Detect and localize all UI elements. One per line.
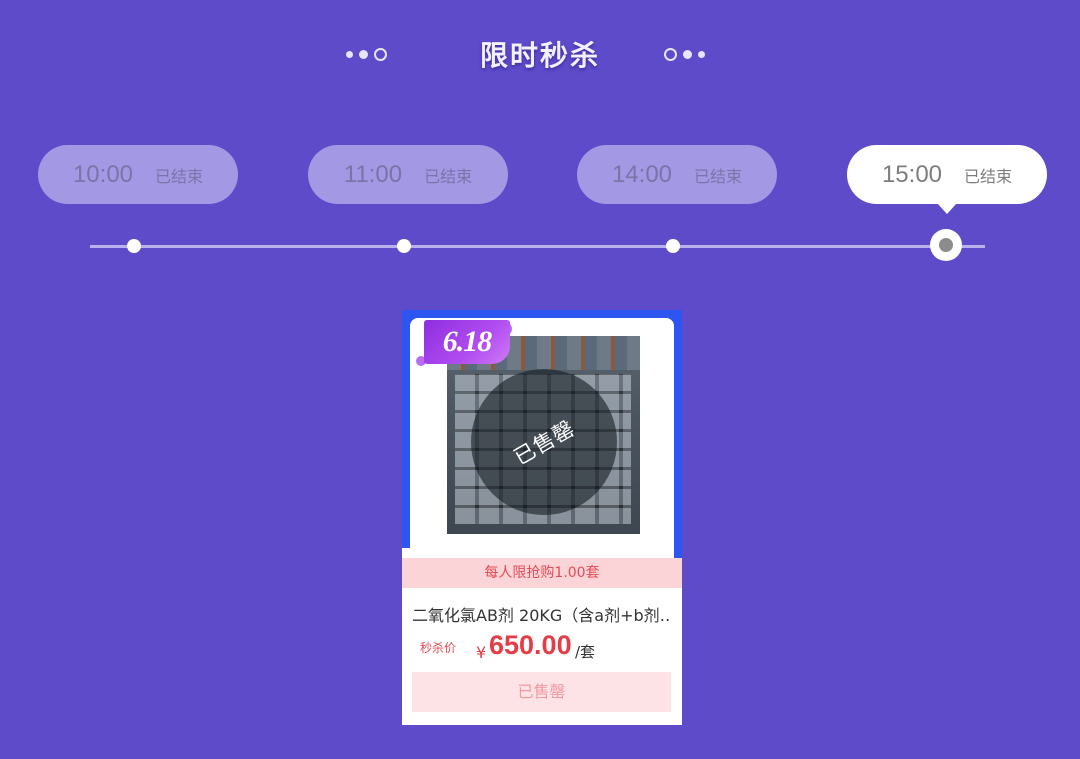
- time-slot-tab-1400[interactable]: 14:00 已结束: [577, 145, 777, 204]
- time-slot-status: 已结束: [155, 166, 204, 186]
- time-slot-tab-1000[interactable]: 10:00 已结束: [38, 145, 238, 204]
- timeline-track: [90, 245, 985, 248]
- sold-out-overlay-text: 已售罄: [509, 415, 580, 470]
- price-label: 秒杀价: [420, 641, 457, 655]
- product-name[interactable]: 二氧化氯AB剂 20KG（含a剂+b剂…: [412, 602, 672, 626]
- time-slot-status: 已结束: [964, 166, 1013, 186]
- price-currency: ¥: [476, 643, 487, 662]
- product-card[interactable]: 已售罄 6.18 每人限抢购1.00套 二氧化氯AB剂 20KG（含a剂+b剂……: [402, 310, 682, 725]
- time-slot-status: 已结束: [694, 166, 743, 186]
- decorative-dots-right-icon: [664, 48, 705, 61]
- timeline-node-icon[interactable]: [666, 239, 680, 253]
- card-image-frame: 已售罄 6.18: [402, 310, 682, 588]
- page-title: 限时秒杀: [479, 39, 600, 72]
- time-slot-time: 11:00: [343, 160, 403, 188]
- time-slot-time: 14:00: [611, 160, 673, 188]
- time-slot-time: 10:00: [72, 160, 134, 188]
- flash-sale-header: 限时秒杀: [0, 30, 1080, 78]
- active-slot-pointer-icon: [937, 203, 957, 214]
- decorative-dots-left-icon: [346, 48, 387, 61]
- badge-618-text: 6.18: [442, 325, 492, 358]
- time-slot-tab-1500[interactable]: 15:00 已结束: [847, 145, 1047, 214]
- price-unit: /套: [575, 643, 596, 661]
- price-row: 秒杀价 ¥ 650.00 /套: [420, 630, 680, 664]
- badge-618-icon: 6.18: [424, 320, 510, 364]
- timeline-node-icon[interactable]: [397, 239, 411, 253]
- time-slot-time: 15:00: [881, 160, 943, 188]
- time-slot-tab-1100[interactable]: 11:00 已结束: [308, 145, 508, 204]
- price-value: 650.00: [489, 630, 572, 660]
- time-slot-status: 已结束: [424, 166, 473, 186]
- sold-out-button[interactable]: 已售罄: [412, 672, 671, 712]
- purchase-limit-bar: 每人限抢购1.00套: [402, 558, 682, 588]
- timeline-node-active-icon[interactable]: [930, 229, 962, 261]
- timeline-node-icon[interactable]: [127, 239, 141, 253]
- sold-out-overlay: 已售罄: [471, 369, 617, 515]
- flash-sale-page: 限时秒杀 10:00 已结束 11:00 已结束 14:00 已结束 15:00…: [0, 0, 1080, 759]
